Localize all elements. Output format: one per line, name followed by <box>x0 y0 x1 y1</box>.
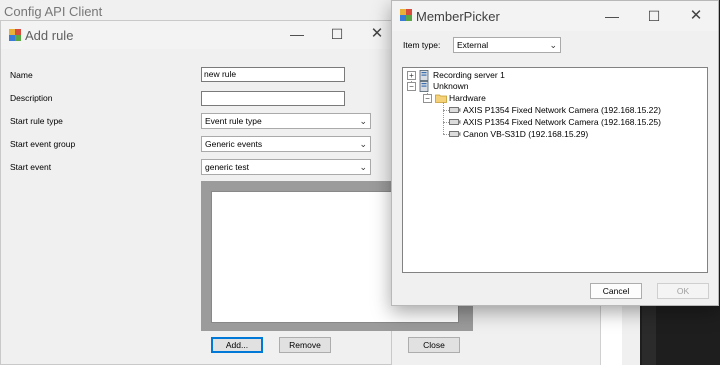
member-tree[interactable]: + Recording server 1 − Unknown − Hardwar… <box>402 67 708 273</box>
collapse-icon[interactable]: − <box>407 82 416 91</box>
camera-icon <box>449 131 461 137</box>
app-icon <box>9 29 21 41</box>
description-field[interactable] <box>201 91 345 106</box>
background-strip <box>642 300 656 365</box>
item-type-value: External <box>457 40 489 50</box>
close-icon[interactable]: ✕ <box>369 26 385 42</box>
maximize-icon[interactable]: ☐ <box>646 8 662 24</box>
start-event-group-select[interactable]: Generic events ⌄ <box>201 136 371 152</box>
start-event-value: generic test <box>205 162 249 172</box>
chevron-down-icon: ⌄ <box>359 139 367 149</box>
start-rule-type-label: Start rule type <box>10 116 63 126</box>
name-label: Name <box>10 70 33 80</box>
chevron-down-icon: ⌄ <box>549 40 557 50</box>
server-icon <box>419 70 429 81</box>
camera-icon <box>449 119 461 125</box>
tree-node-camera[interactable]: Canon VB-S31D (192.168.15.29) <box>463 129 588 140</box>
name-field[interactable]: new rule <box>201 67 345 82</box>
maximize-icon[interactable]: ☐ <box>329 26 345 42</box>
member-picker-titlebar[interactable]: MemberPicker — ☐ ✕ <box>392 1 718 31</box>
tree-node-unknown[interactable]: Unknown <box>433 81 468 92</box>
item-type-select[interactable]: External ⌄ <box>453 37 561 53</box>
member-picker-window: MemberPicker — ☐ ✕ Item type: External ⌄… <box>391 0 719 306</box>
minimize-icon[interactable]: — <box>289 26 305 42</box>
start-event-select[interactable]: generic test ⌄ <box>201 159 371 175</box>
start-rule-type-value: Event rule type <box>205 116 262 126</box>
item-type-label: Item type: <box>403 40 441 50</box>
ok-button[interactable]: OK <box>657 283 709 299</box>
camera-icon <box>449 107 461 113</box>
add-rule-titlebar[interactable]: Add rule — ☐ ✕ <box>1 21 391 49</box>
app-icon <box>400 9 412 21</box>
start-event-group-label: Start event group <box>10 139 76 149</box>
chevron-down-icon: ⌄ <box>359 162 367 172</box>
close-button[interactable]: Close <box>408 337 460 353</box>
tree-node-recording-server[interactable]: Recording server 1 <box>433 70 505 81</box>
tree-node-camera[interactable]: AXIS P1354 Fixed Network Camera (192.168… <box>463 117 661 128</box>
folder-icon <box>435 94 447 103</box>
start-event-group-value: Generic events <box>205 139 263 149</box>
add-rule-window: Add rule — ☐ ✕ Name new rule Description… <box>0 20 473 365</box>
collapse-icon[interactable]: − <box>423 94 432 103</box>
minimize-icon[interactable]: — <box>604 8 620 24</box>
chevron-down-icon: ⌄ <box>359 116 367 126</box>
tree-node-camera[interactable]: AXIS P1354 Fixed Network Camera (192.168… <box>463 105 661 116</box>
add-rule-title: Add rule <box>25 28 74 43</box>
member-picker-title: MemberPicker <box>416 9 500 24</box>
server-icon <box>419 81 429 92</box>
remove-button[interactable]: Remove <box>279 337 331 353</box>
start-event-label: Start event <box>10 162 52 172</box>
cancel-button[interactable]: Cancel <box>590 283 642 299</box>
close-icon[interactable]: ✕ <box>688 8 704 24</box>
add-button[interactable]: Add... <box>211 337 263 353</box>
background-window-title: Config API Client <box>4 4 103 19</box>
tree-node-hardware[interactable]: Hardware <box>449 93 486 104</box>
background-panel <box>600 300 622 365</box>
start-rule-type-select[interactable]: Event rule type ⌄ <box>201 113 371 129</box>
tree-connector <box>443 102 444 134</box>
expand-icon[interactable]: + <box>407 71 416 80</box>
description-label: Description <box>10 93 53 103</box>
